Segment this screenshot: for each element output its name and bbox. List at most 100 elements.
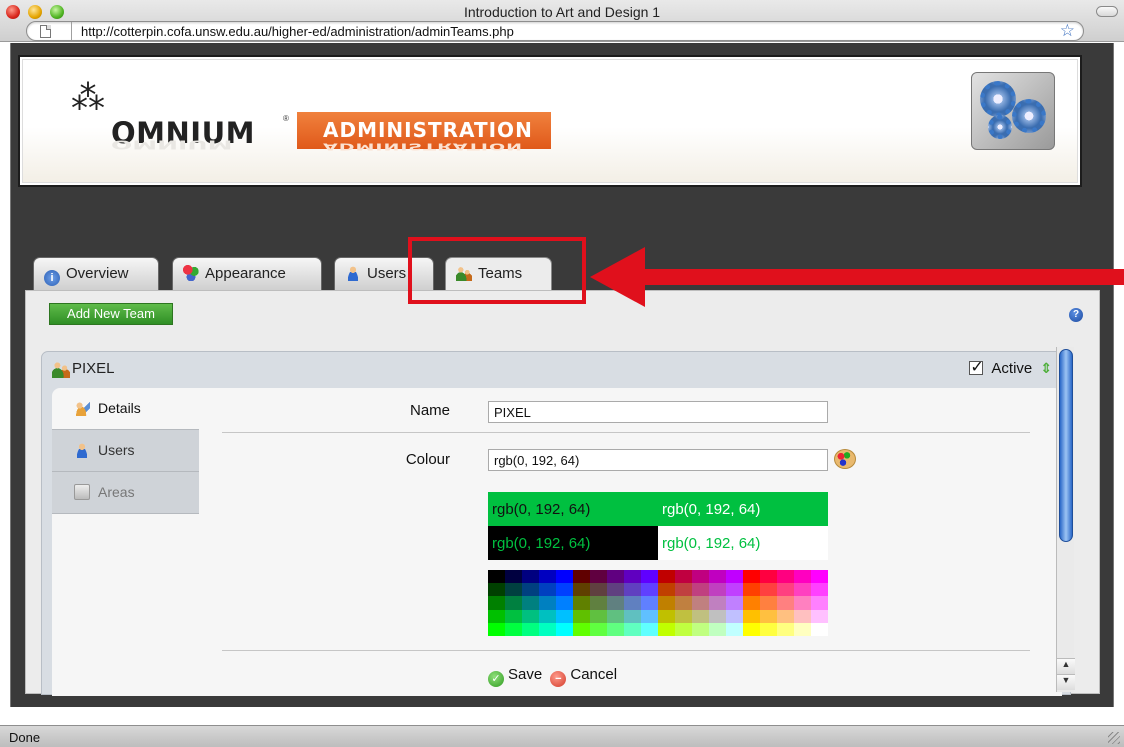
colour-swatch[interactable] [556,609,573,623]
colour-swatch[interactable] [624,570,641,584]
url-text[interactable]: http://cotterpin.cofa.unsw.edu.au/higher… [81,24,514,39]
colour-field[interactable] [488,449,828,471]
colour-swatch[interactable] [573,583,590,597]
colour-swatch[interactable] [590,570,607,584]
colour-swatch[interactable] [675,570,692,584]
colour-swatch[interactable] [794,596,811,610]
colour-swatch[interactable] [760,570,777,584]
colour-swatch[interactable] [692,622,709,636]
colour-swatch[interactable] [675,609,692,623]
colour-swatch[interactable] [573,570,590,584]
colour-swatch[interactable] [658,609,675,623]
colour-swatch[interactable] [794,570,811,584]
colour-swatch[interactable] [726,583,743,597]
colour-swatch[interactable] [726,622,743,636]
colour-swatch[interactable] [743,570,760,584]
colour-swatch[interactable] [743,596,760,610]
colour-swatch[interactable] [811,622,828,636]
colour-picker-icon[interactable] [834,449,856,469]
colour-swatch[interactable] [590,583,607,597]
save-button[interactable]: ✓ Save [488,666,542,687]
colour-swatch-grid[interactable] [488,570,828,636]
sidebar-item-details[interactable]: Details [52,388,199,430]
colour-swatch[interactable] [811,596,828,610]
colour-swatch[interactable] [607,570,624,584]
colour-swatch[interactable] [811,570,828,584]
colour-swatch[interactable] [624,609,641,623]
colour-swatch[interactable] [522,596,539,610]
colour-swatch[interactable] [573,622,590,636]
colour-swatch[interactable] [505,622,522,636]
colour-swatch[interactable] [675,583,692,597]
colour-swatch[interactable] [675,622,692,636]
colour-swatch[interactable] [488,609,505,623]
colour-swatch[interactable] [692,596,709,610]
colour-swatch[interactable] [777,583,794,597]
add-new-team-button[interactable]: Add New Team [49,303,173,325]
colour-swatch[interactable] [556,596,573,610]
colour-swatch[interactable] [743,609,760,623]
colour-swatch[interactable] [641,570,658,584]
colour-swatch[interactable] [488,622,505,636]
colour-swatch[interactable] [794,583,811,597]
colour-swatch[interactable] [539,622,556,636]
colour-swatch[interactable] [658,622,675,636]
help-icon[interactable]: ? [1069,308,1083,322]
colour-swatch[interactable] [488,583,505,597]
colour-swatch[interactable] [777,570,794,584]
scrollbar-thumb[interactable] [1059,349,1073,542]
bookmark-star-icon[interactable]: ☆ [1060,22,1075,40]
colour-swatch[interactable] [539,583,556,597]
colour-swatch[interactable] [811,583,828,597]
resize-grip-icon[interactable] [1108,732,1120,744]
colour-swatch[interactable] [811,609,828,623]
tab-overview[interactable]: i Overview [33,257,159,290]
colour-swatch[interactable] [624,583,641,597]
colour-swatch[interactable] [709,609,726,623]
colour-swatch[interactable] [709,570,726,584]
colour-swatch[interactable] [590,609,607,623]
colour-swatch[interactable] [692,583,709,597]
colour-swatch[interactable] [505,609,522,623]
colour-swatch[interactable] [777,596,794,610]
colour-swatch[interactable] [760,583,777,597]
colour-swatch[interactable] [641,596,658,610]
scroll-up-arrow-icon[interactable]: ▲ [1057,658,1075,674]
colour-swatch[interactable] [726,570,743,584]
scroll-down-arrow-icon[interactable]: ▼ [1057,674,1075,690]
colour-swatch[interactable] [607,609,624,623]
tab-appearance[interactable]: Appearance [172,257,322,290]
colour-swatch[interactable] [726,596,743,610]
colour-swatch[interactable] [505,596,522,610]
colour-swatch[interactable] [743,583,760,597]
colour-swatch[interactable] [641,583,658,597]
colour-swatch[interactable] [539,596,556,610]
colour-swatch[interactable] [607,622,624,636]
colour-swatch[interactable] [794,609,811,623]
colour-swatch[interactable] [692,609,709,623]
colour-swatch[interactable] [539,570,556,584]
colour-swatch[interactable] [505,570,522,584]
colour-swatch[interactable] [607,583,624,597]
colour-swatch[interactable] [641,609,658,623]
colour-swatch[interactable] [709,596,726,610]
colour-swatch[interactable] [709,583,726,597]
active-checkbox[interactable] [969,357,984,377]
colour-swatch[interactable] [556,583,573,597]
active-toggle[interactable]: Active ⇕ [969,357,1052,377]
colour-swatch[interactable] [777,622,794,636]
colour-swatch[interactable] [522,609,539,623]
colour-swatch[interactable] [573,596,590,610]
colour-swatch[interactable] [539,609,556,623]
sidebar-item-areas[interactable]: Areas [52,472,199,514]
colour-swatch[interactable] [709,622,726,636]
colour-swatch[interactable] [590,596,607,610]
colour-swatch[interactable] [760,622,777,636]
colour-swatch[interactable] [760,609,777,623]
address-bar[interactable]: http://cotterpin.cofa.unsw.edu.au/higher… [26,21,1084,41]
colour-swatch[interactable] [641,622,658,636]
colour-swatch[interactable] [488,570,505,584]
colour-swatch[interactable] [777,609,794,623]
content-scrollbar[interactable]: ▲ ▼ [1056,347,1075,692]
colour-swatch[interactable] [692,570,709,584]
